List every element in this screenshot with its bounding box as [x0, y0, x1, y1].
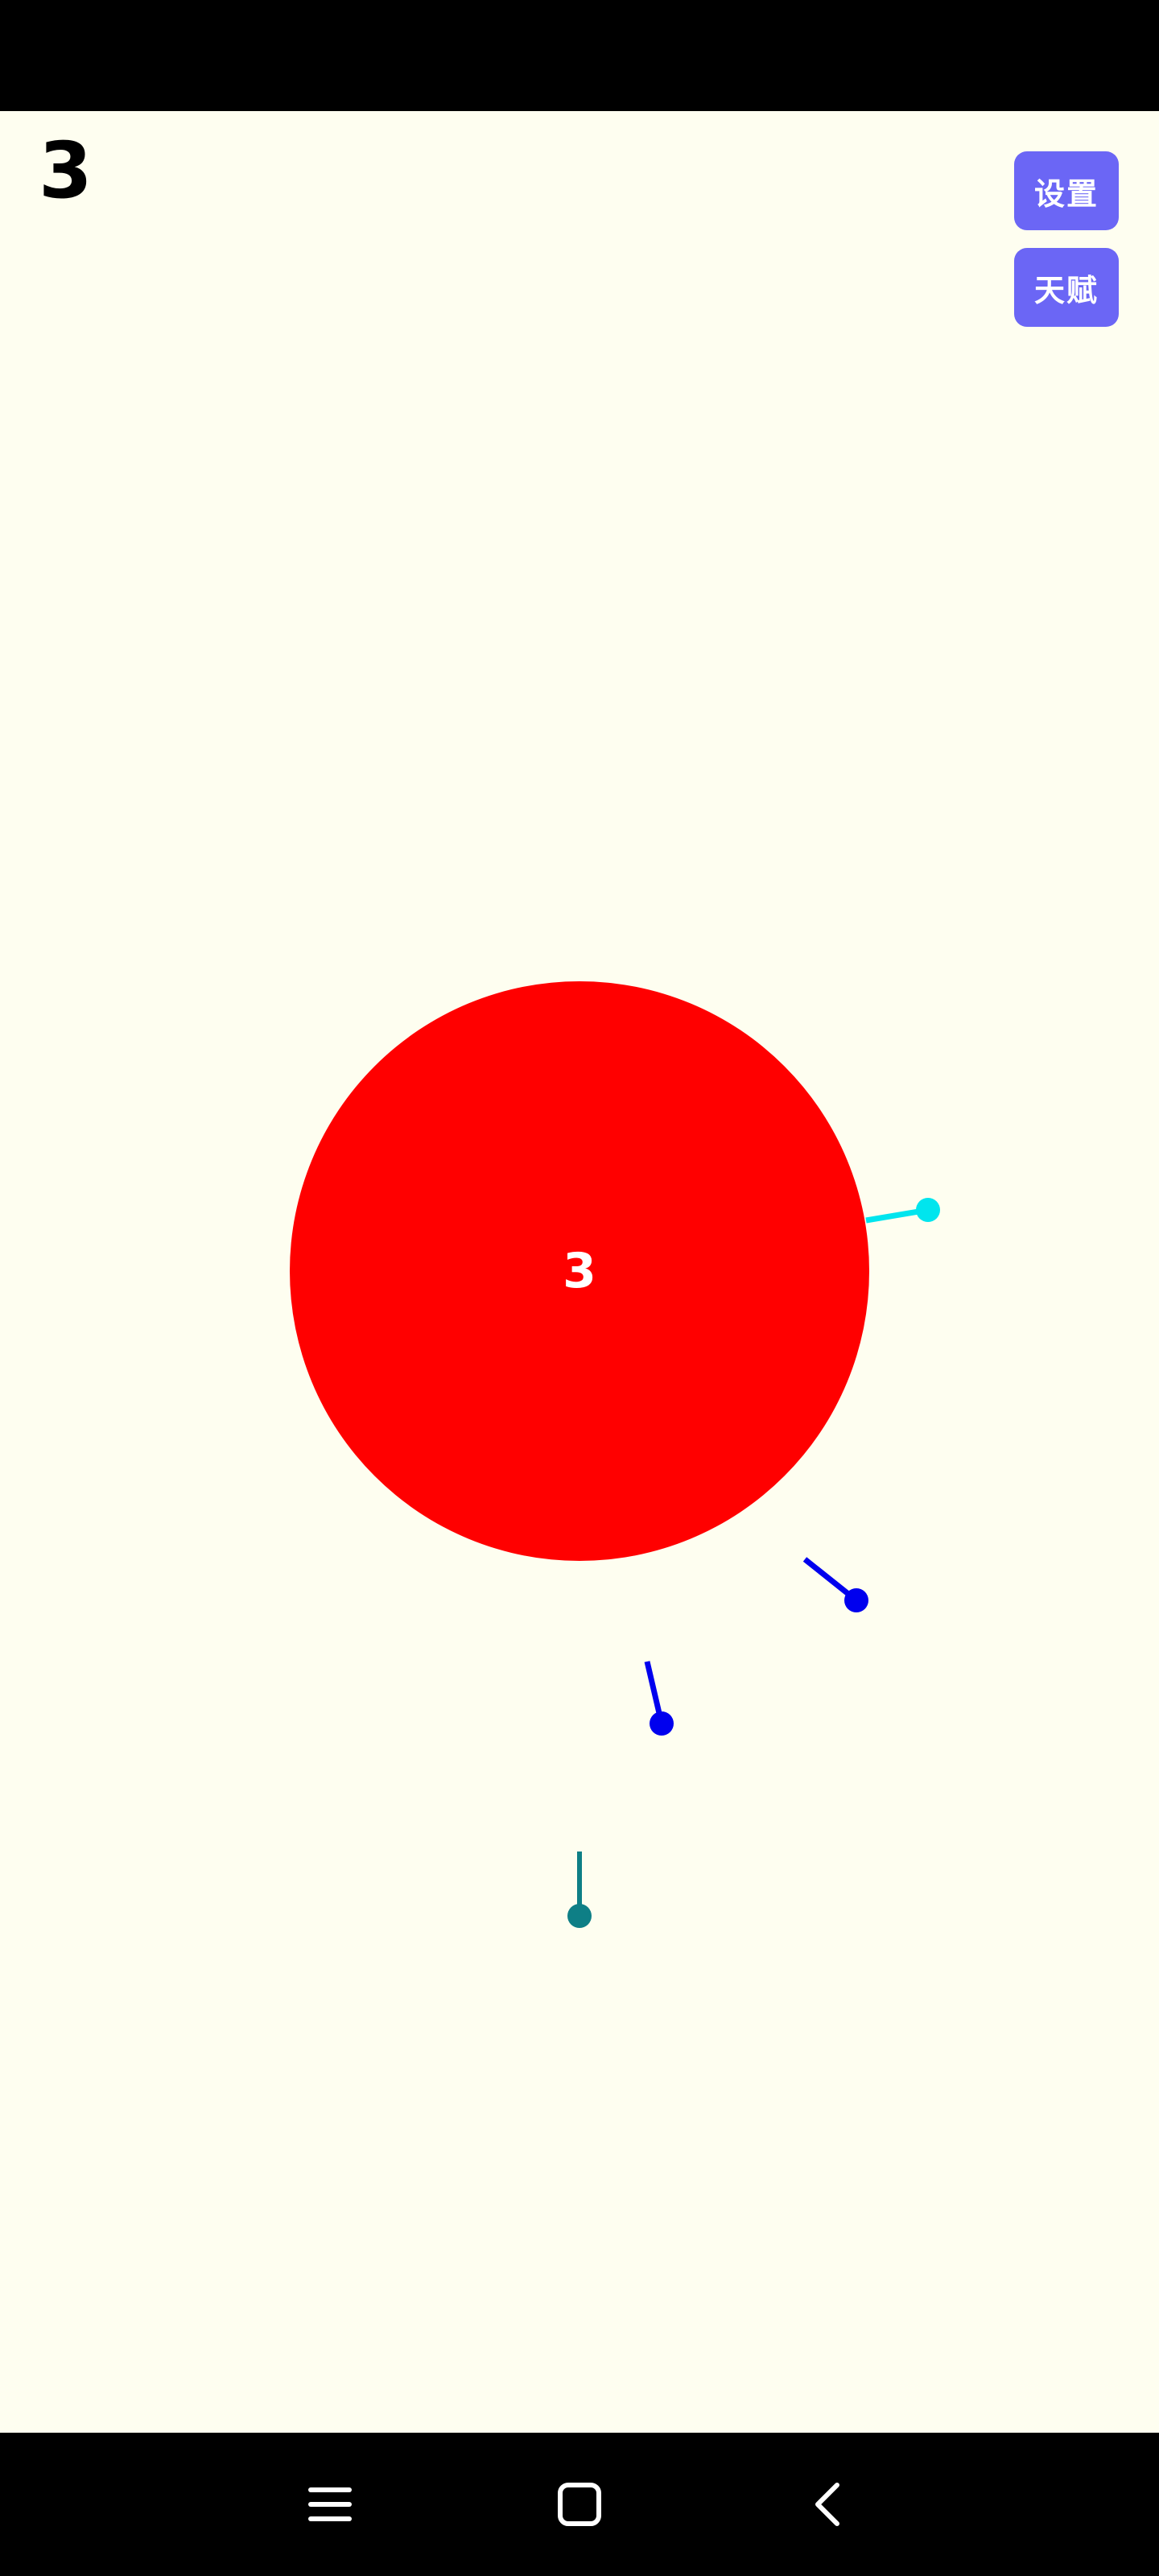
home-icon[interactable] [539, 2468, 620, 2541]
navigation-bar [0, 2433, 1159, 2576]
pin-head [844, 1588, 868, 1612]
target-count-label: 3 [563, 1243, 596, 1299]
pin-head [650, 1711, 674, 1736]
launcher-pin-head[interactable] [567, 1904, 592, 1928]
game-area[interactable]: 3 设置 天赋 3 [0, 111, 1159, 2433]
back-icon[interactable] [789, 2468, 869, 2541]
menu-icon[interactable] [290, 2468, 370, 2541]
pin-head [916, 1198, 940, 1222]
playfield: 3 [290, 981, 940, 1928]
status-bar [0, 0, 1159, 111]
